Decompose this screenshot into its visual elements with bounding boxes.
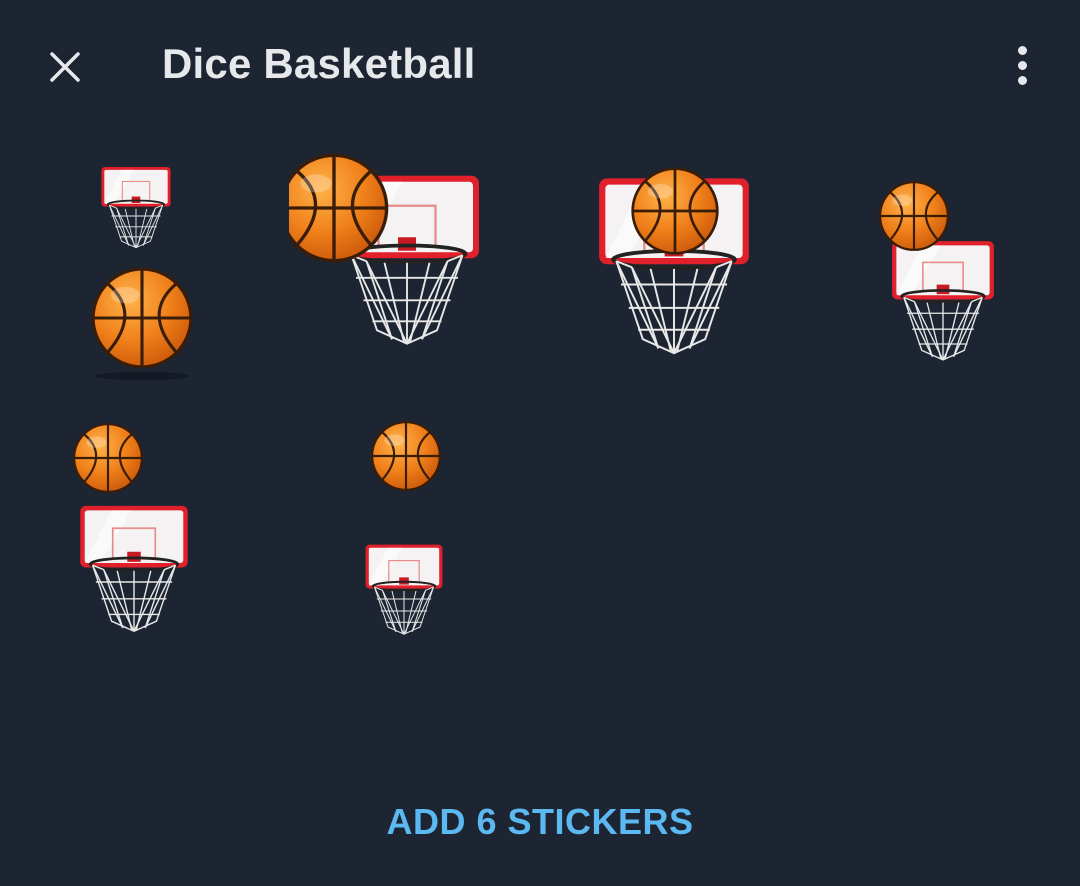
top-bar: Dice Basketball: [0, 0, 1080, 132]
close-button[interactable]: [40, 42, 90, 92]
more-vertical-icon: [1017, 45, 1027, 85]
sticker-5[interactable]: [6, 410, 266, 670]
sticker-3[interactable]: [544, 140, 804, 400]
add-stickers-button[interactable]: ADD 6 STICKERS: [0, 786, 1080, 858]
close-icon: [50, 52, 80, 82]
more-menu-button[interactable]: [1000, 40, 1044, 90]
page-title: Dice Basketball: [162, 40, 476, 87]
sticker-2[interactable]: [276, 140, 536, 400]
sticker-6[interactable]: [276, 410, 536, 670]
sticker-4[interactable]: [814, 140, 1074, 400]
sticker-1[interactable]: [6, 140, 266, 400]
